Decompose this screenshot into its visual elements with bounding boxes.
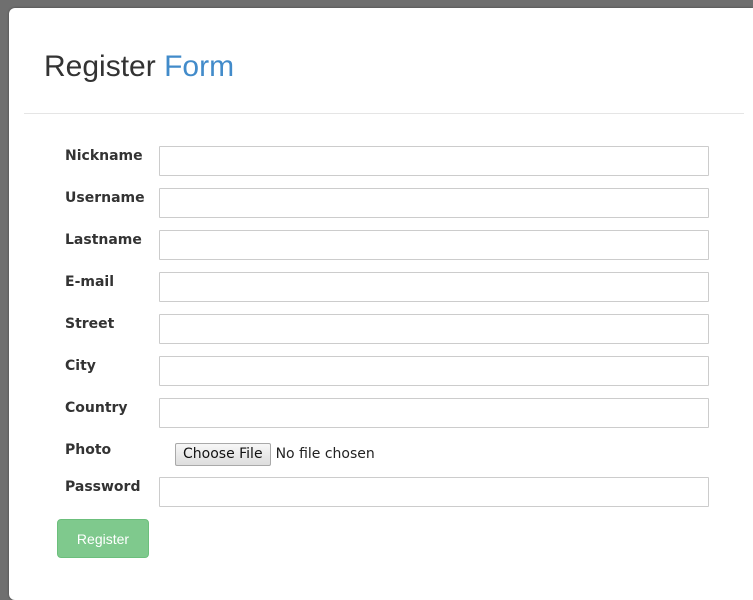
lastname-label: Lastname [65, 232, 142, 248]
form-row-password: Password [65, 477, 711, 507]
register-panel [9, 8, 753, 600]
country-label: Country [65, 400, 128, 416]
file-status-text: No file chosen [275, 446, 375, 462]
page-title: Register Form [44, 50, 234, 84]
street-label: Street [65, 316, 115, 332]
form-row-city: City [65, 356, 711, 386]
email-input[interactable] [159, 272, 709, 302]
page-title-accent: Form [164, 50, 235, 83]
register-button[interactable]: Register [57, 519, 149, 558]
city-label: City [65, 358, 96, 374]
header-divider [24, 113, 744, 114]
country-input[interactable] [159, 398, 709, 428]
city-input[interactable] [159, 356, 709, 386]
nickname-input[interactable] [159, 146, 709, 176]
form-row-street: Street [65, 314, 711, 344]
lastname-input[interactable] [159, 230, 709, 260]
choose-file-button[interactable]: Choose File [175, 442, 271, 466]
password-label: Password [65, 479, 141, 495]
photo-label: Photo [65, 442, 112, 458]
username-input[interactable] [159, 188, 709, 218]
email-label: E-mail [65, 274, 115, 290]
password-input[interactable] [159, 477, 709, 507]
form-row-photo: Photo Choose File No file chosen [65, 440, 711, 470]
form-row-lastname: Lastname [65, 230, 711, 260]
photo-file-input[interactable]: Choose File No file chosen [175, 442, 375, 466]
form-row-country: Country [65, 398, 711, 428]
username-label: Username [65, 190, 145, 206]
nickname-label: Nickname [65, 148, 143, 164]
form-row-username: Username [65, 188, 711, 218]
page-title-main: Register [44, 50, 156, 83]
street-input[interactable] [159, 314, 709, 344]
form-row-nickname: Nickname [65, 146, 711, 176]
form-row-email: E-mail [65, 272, 711, 302]
